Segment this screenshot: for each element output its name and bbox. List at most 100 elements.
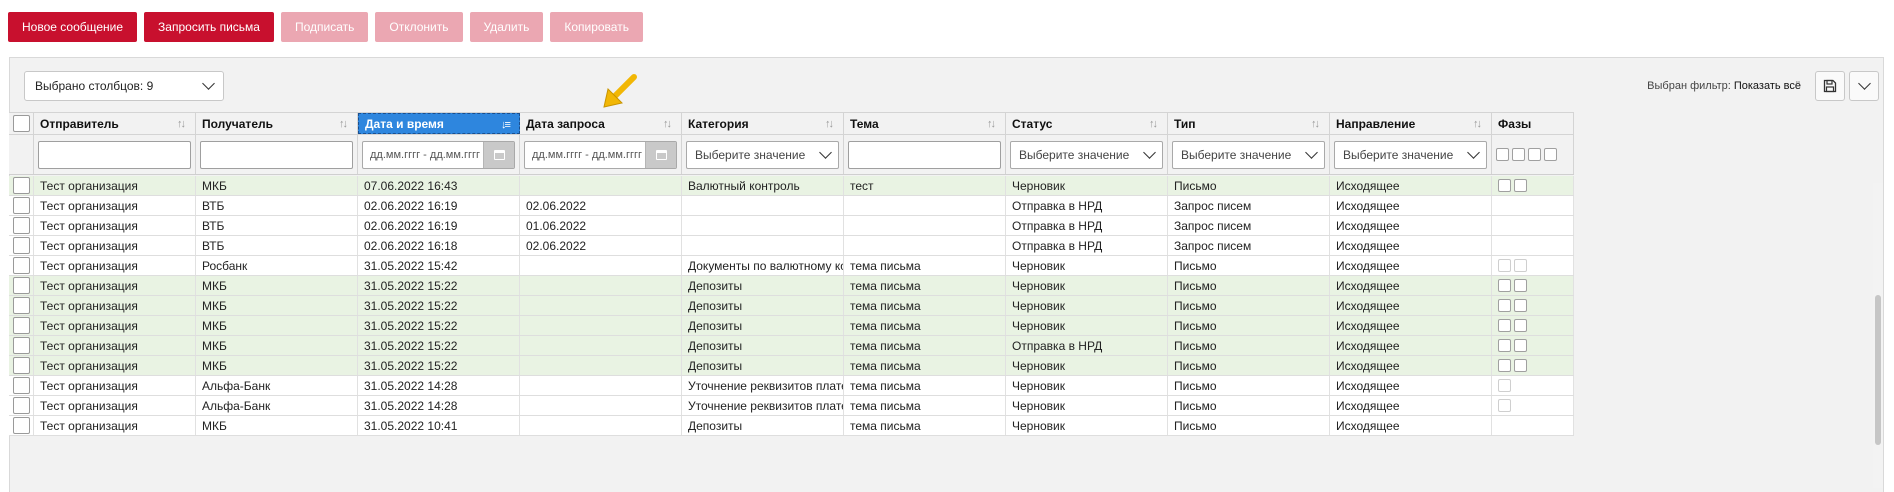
sort-icon[interactable]: ↑↓: [1149, 118, 1161, 131]
row-select-cell: [9, 216, 34, 235]
column-header-sender[interactable]: Отправитель ↑↓: [34, 113, 196, 134]
column-header-category[interactable]: Категория ↑↓: [682, 113, 844, 134]
cell-direction: Исходящее: [1330, 176, 1492, 195]
calendar-button[interactable]: [483, 141, 514, 168]
phase-filter-checkbox[interactable]: [1544, 148, 1557, 161]
phase-checkbox[interactable]: [1498, 299, 1511, 312]
phase-filter-checkbox[interactable]: [1496, 148, 1509, 161]
sort-icon[interactable]: ↑↓: [339, 118, 351, 131]
column-header-direction[interactable]: Направление ↑↓: [1330, 113, 1492, 134]
phase-checkbox[interactable]: [1498, 399, 1511, 412]
phase-checkbox[interactable]: [1514, 319, 1527, 332]
row-checkbox[interactable]: [12, 397, 30, 414]
cell-datetime: 31.05.2022 15:42: [358, 256, 520, 275]
filter-category-select[interactable]: Выберите значение: [686, 140, 839, 169]
table-row[interactable]: Тест организация ВТБ 02.06.2022 16:18 02.06…: [9, 236, 1574, 256]
phase-checkbox[interactable]: [1514, 279, 1527, 292]
table-row[interactable]: Тест организация ВТБ 02.06.2022 16:19 02.06…: [9, 196, 1574, 216]
cell-category: [682, 196, 844, 215]
column-header-type[interactable]: Тип ↑↓: [1168, 113, 1330, 134]
select-all-checkbox[interactable]: [12, 115, 30, 132]
column-selector[interactable]: Выбрано столбцов: 9: [24, 71, 224, 101]
filter-direction-select[interactable]: Выберите значение: [1334, 140, 1487, 169]
table-row[interactable]: Тест организация Росбанк 31.05.2022 15:42 Д…: [9, 256, 1574, 276]
row-checkbox[interactable]: [12, 197, 30, 214]
table-row[interactable]: Тест организация МКБ 31.05.2022 15:22 Депоз…: [9, 336, 1574, 356]
vertical-scrollbar[interactable]: [1873, 183, 1883, 488]
row-checkbox[interactable]: [12, 237, 30, 254]
cell-type: Письмо: [1168, 416, 1330, 435]
phase-checkbox[interactable]: [1498, 319, 1511, 332]
table-row[interactable]: Тест организация ВТБ 02.06.2022 16:19 01.06…: [9, 216, 1574, 236]
row-checkbox[interactable]: [12, 337, 30, 354]
row-checkbox[interactable]: [12, 257, 30, 274]
table-row[interactable]: Тест организация МКБ 31.05.2022 15:22 Депоз…: [9, 296, 1574, 316]
table-row[interactable]: Тест организация МКБ 31.05.2022 15:22 Депоз…: [9, 356, 1574, 376]
row-checkbox[interactable]: [12, 357, 30, 374]
phase-checkbox[interactable]: [1498, 279, 1511, 292]
column-header-datetime[interactable]: Дата и время ↓≡: [358, 113, 520, 134]
cell-status: Отправка в НРД: [1006, 196, 1168, 215]
filter-type-select[interactable]: Выберите значение: [1172, 140, 1325, 169]
table-row[interactable]: Тест организация Альфа-Банк 31.05.2022 14:…: [9, 396, 1574, 416]
sort-icon[interactable]: ↓≡: [501, 119, 513, 132]
table-row[interactable]: Тест организация Альфа-Банк 31.05.2022 14:…: [9, 376, 1574, 396]
sort-icon[interactable]: ↑↓: [1311, 118, 1323, 131]
delete-button[interactable]: Удалить: [469, 12, 544, 42]
filter-status-select[interactable]: Выберите значение: [1010, 140, 1163, 169]
cell-sender: Тест организация: [34, 336, 196, 355]
cell-status: Отправка в НРД: [1006, 216, 1168, 235]
phase-filter-checkbox[interactable]: [1528, 148, 1541, 161]
phase-checkbox[interactable]: [1514, 259, 1527, 272]
phase-checkbox[interactable]: [1514, 339, 1527, 352]
phase-checkbox[interactable]: [1498, 359, 1511, 372]
copy-button[interactable]: Копировать: [550, 12, 643, 42]
request-letters-button[interactable]: Запросить письма: [144, 12, 274, 42]
row-checkbox[interactable]: [12, 417, 30, 434]
column-header-recipient[interactable]: Получатель ↑↓: [196, 113, 358, 134]
phase-checkbox[interactable]: [1514, 179, 1527, 192]
reject-button[interactable]: Отклонить: [375, 12, 463, 42]
scrollbar-thumb[interactable]: [1875, 295, 1881, 445]
table-row[interactable]: Тест организация МКБ 31.05.2022 15:22 Депоз…: [9, 316, 1574, 336]
column-header-subject[interactable]: Тема ↑↓: [844, 113, 1006, 134]
row-checkbox[interactable]: [12, 217, 30, 234]
new-message-button[interactable]: Новое сообщение: [8, 12, 138, 42]
phase-checkbox[interactable]: [1498, 379, 1511, 392]
select-placeholder: Выберите значение: [695, 147, 806, 162]
table-row[interactable]: Тест организация МКБ 07.06.2022 16:43 Валют…: [9, 176, 1574, 196]
calendar-button[interactable]: [645, 141, 676, 168]
table-row[interactable]: Тест организация МКБ 31.05.2022 10:41 Депоз…: [9, 416, 1574, 436]
phase-checkbox[interactable]: [1498, 259, 1511, 272]
row-checkbox[interactable]: [12, 377, 30, 394]
sort-icon[interactable]: ↑↓: [1473, 118, 1485, 131]
filter-recipient-input[interactable]: [200, 140, 353, 169]
filter-request-date-input[interactable]: дд.мм.гггг - дд.мм.гггг: [524, 140, 677, 169]
phase-filter-checkbox[interactable]: [1512, 148, 1525, 161]
sort-icon[interactable]: ↑↓: [987, 118, 999, 131]
expand-button[interactable]: [1849, 71, 1879, 101]
sort-icon[interactable]: ↑↓: [825, 118, 837, 131]
cell-type: Письмо: [1168, 256, 1330, 275]
filter-subject-input[interactable]: [848, 140, 1001, 169]
phase-checkbox[interactable]: [1498, 339, 1511, 352]
sort-icon[interactable]: ↑↓: [663, 118, 675, 131]
phase-checkbox[interactable]: [1498, 179, 1511, 192]
column-header-status[interactable]: Статус ↑↓: [1006, 113, 1168, 134]
row-checkbox[interactable]: [12, 297, 30, 314]
filter-cell-direction: Выберите значение: [1330, 135, 1492, 174]
row-checkbox[interactable]: [12, 177, 30, 194]
save-button[interactable]: [1815, 71, 1845, 101]
row-checkbox[interactable]: [12, 317, 30, 334]
filter-sender-input[interactable]: [38, 140, 191, 169]
sign-button[interactable]: Подписать: [280, 12, 369, 42]
column-header-phases[interactable]: Фазы: [1492, 113, 1574, 134]
cell-category: Депозиты: [682, 416, 844, 435]
table-row[interactable]: Тест организация МКБ 31.05.2022 15:22 Депоз…: [9, 276, 1574, 296]
phase-checkbox[interactable]: [1514, 299, 1527, 312]
row-checkbox[interactable]: [12, 277, 30, 294]
sort-icon[interactable]: ↑↓: [177, 118, 189, 131]
phase-checkbox[interactable]: [1514, 359, 1527, 372]
cell-type: Письмо: [1168, 316, 1330, 335]
filter-datetime-input[interactable]: дд.мм.гггг - дд.мм.гггг: [362, 140, 515, 169]
